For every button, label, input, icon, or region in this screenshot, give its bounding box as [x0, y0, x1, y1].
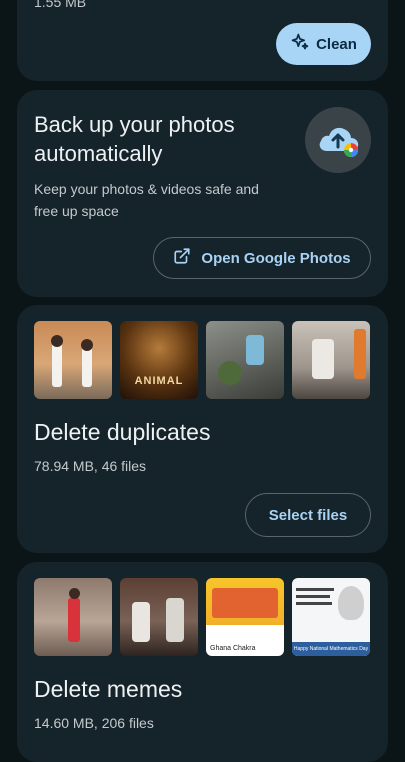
backup-card: Back up your photos automatically Keep y…: [17, 90, 388, 297]
backup-subtitle: Keep your photos & videos safe and free …: [34, 181, 259, 219]
meme-thumbnail[interactable]: Happy National Mathematics Day: [292, 578, 370, 656]
open-external-icon: [173, 247, 191, 269]
memes-title: Delete memes: [34, 676, 183, 702]
duplicate-thumbnail[interactable]: ANIMAL: [120, 321, 198, 399]
duplicate-thumbnail[interactable]: [292, 321, 370, 399]
duplicates-title: Delete duplicates: [34, 419, 211, 445]
meme-caption: Ghana Chakra: [210, 645, 256, 652]
memes-meta: 14.60 MB, 206 files: [34, 715, 154, 731]
memes-thumbnails: Ghana Chakra Happy National Mathematics …: [34, 578, 370, 656]
duplicates-thumbnails: ANIMAL: [34, 321, 370, 399]
duplicate-thumbnail[interactable]: [34, 321, 112, 399]
backup-title: Back up your photos automatically: [34, 112, 235, 166]
clean-button-label: Clean: [316, 35, 357, 53]
duplicates-meta: 78.94 MB, 46 files: [34, 458, 147, 474]
memes-card: Ghana Chakra Happy National Mathematics …: [17, 562, 388, 762]
cloud-upload-icon: [305, 107, 371, 173]
duplicates-card: ANIMAL Delete duplicates 78.94 MB, 46 fi…: [17, 305, 388, 553]
math-day-banner: Happy National Mathematics Day: [292, 642, 370, 656]
sparkle-icon: [290, 32, 310, 56]
select-files-button[interactable]: Select files: [245, 493, 371, 537]
meme-thumbnail[interactable]: Ghana Chakra: [206, 578, 284, 656]
duplicate-thumbnail[interactable]: [206, 321, 284, 399]
select-files-label: Select files: [268, 506, 348, 524]
clean-button[interactable]: Clean: [276, 23, 371, 65]
clean-card: 1.55 MB Clean: [17, 0, 388, 81]
open-google-photos-button[interactable]: Open Google Photos: [153, 237, 371, 279]
open-google-photos-label: Open Google Photos: [201, 249, 351, 267]
meme-thumbnail[interactable]: [34, 578, 112, 656]
meme-thumbnail[interactable]: [120, 578, 198, 656]
clean-size-text: 1.55 MB: [34, 0, 87, 10]
animal-poster-text: ANIMAL: [134, 375, 184, 387]
